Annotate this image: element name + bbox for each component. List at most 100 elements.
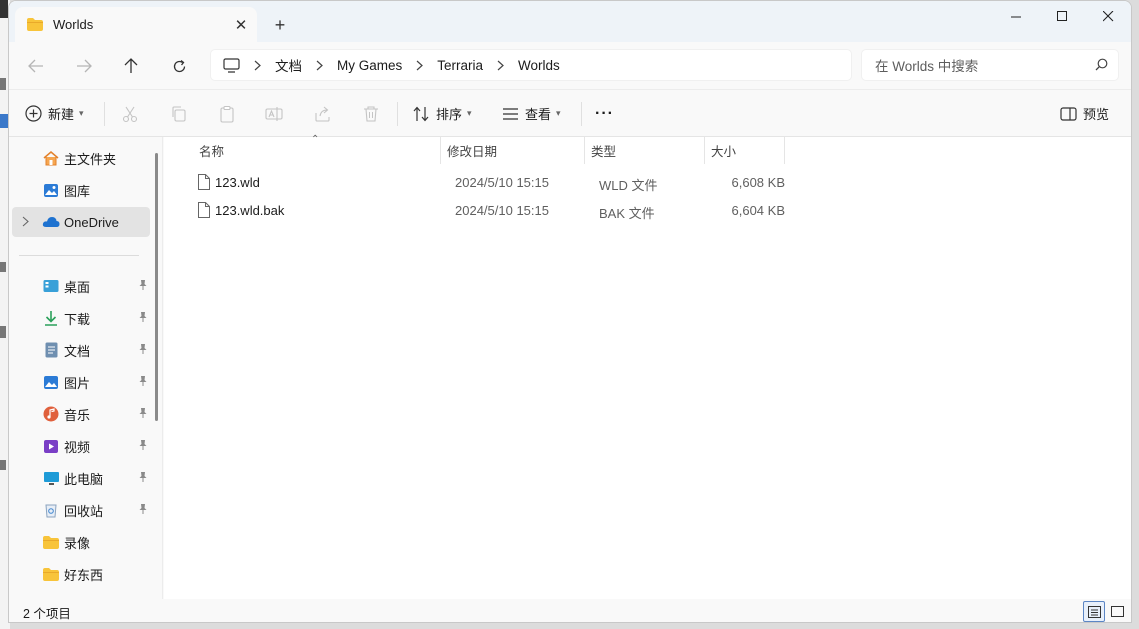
folder-icon: [42, 533, 60, 551]
new-label: 新建: [48, 107, 75, 122]
details-view-button[interactable]: [1083, 601, 1105, 622]
sidebar-item-pictures[interactable]: 图片: [12, 367, 150, 397]
sidebar-item-label: OneDrive: [64, 214, 119, 230]
column-header-type[interactable]: 类型: [585, 137, 705, 164]
tiles-view-icon: [1110, 605, 1124, 617]
background-fragment: [0, 114, 8, 128]
sidebar-item-label: 视频: [64, 439, 91, 455]
table-row[interactable]: 123.wld.bak 2024/5/10 15:15 BAK 文件 6,604…: [184, 196, 796, 224]
up-button[interactable]: [116, 52, 146, 80]
video-icon: [42, 437, 60, 455]
tiles-view-button[interactable]: [1106, 601, 1128, 622]
paste-button[interactable]: [218, 90, 236, 137]
background-fragment: [0, 78, 6, 90]
pin-icon[interactable]: [138, 439, 148, 454]
cloud-icon: [42, 213, 60, 231]
close-window-button[interactable]: [1085, 1, 1131, 31]
sidebar-item-recycle-bin[interactable]: 回收站: [12, 495, 150, 525]
sidebar-item-home[interactable]: 主文件夹: [12, 143, 150, 173]
chevron-right-icon[interactable]: [22, 215, 29, 230]
file-type: BAK 文件: [599, 206, 655, 221]
tab-worlds[interactable]: Worlds ✕: [15, 7, 257, 42]
sidebar-item-videos[interactable]: 视频: [12, 431, 150, 461]
table-row[interactable]: 123.wld 2024/5/10 15:15 WLD 文件 6,608 KB: [184, 168, 796, 196]
column-header-label: 类型: [591, 145, 617, 159]
search-icon[interactable]: [1095, 58, 1108, 74]
sort-label: 排序: [436, 107, 463, 122]
pin-icon[interactable]: [138, 471, 148, 486]
home-icon: [42, 149, 60, 167]
column-header-size[interactable]: 大小: [705, 137, 785, 164]
share-button[interactable]: [314, 90, 332, 137]
sidebar-item-documents[interactable]: 文档: [12, 335, 150, 365]
pin-icon[interactable]: [138, 279, 148, 294]
address-bar[interactable]: 文档 My Games Terraria Worlds: [210, 49, 852, 81]
maximize-button[interactable]: [1039, 1, 1085, 31]
refresh-button[interactable]: [164, 52, 194, 80]
chevron-right-icon: [497, 60, 504, 71]
pin-icon[interactable]: [138, 407, 148, 422]
sidebar-item-label: 好东西: [64, 567, 104, 583]
up-arrow-icon: [124, 58, 138, 73]
file-type: WLD 文件: [599, 178, 658, 193]
breadcrumb-documents[interactable]: 文档: [275, 55, 302, 75]
sidebar-scrollbar[interactable]: [155, 153, 158, 421]
address-row: 文档 My Games Terraria Worlds 在 Worlds 中搜索: [9, 42, 1131, 90]
preview-pane-icon: [1060, 106, 1077, 121]
sidebar-item-desktop[interactable]: 桌面: [12, 271, 150, 301]
new-button[interactable]: 新建 ▾: [25, 90, 84, 137]
background-fragment: [0, 460, 6, 470]
sidebar-item-this-pc[interactable]: 此电脑: [12, 463, 150, 493]
back-button[interactable]: [21, 52, 51, 80]
computer-icon: [42, 469, 60, 487]
download-icon: [42, 309, 60, 327]
pin-icon[interactable]: [138, 311, 148, 326]
sidebar-item-good-stuff[interactable]: 好东西: [12, 559, 150, 589]
view-button[interactable]: 查看 ▾: [502, 90, 561, 137]
navigation-pane: 主文件夹 图库 OneDrive 桌面 下载 文档 图片 音乐 视频 此电脑 回…: [9, 137, 164, 599]
sidebar-item-label: 此电脑: [64, 471, 104, 487]
sidebar-item-recordings[interactable]: 录像: [12, 527, 150, 557]
sidebar-item-music[interactable]: 音乐: [12, 399, 150, 429]
breadcrumb-my-games[interactable]: My Games: [337, 58, 402, 73]
breadcrumb-terraria[interactable]: Terraria: [437, 58, 483, 73]
sidebar-item-onedrive[interactable]: OneDrive: [12, 207, 150, 237]
chevron-down-icon: ▾: [556, 108, 561, 118]
chevron-right-icon: [316, 60, 323, 71]
forward-button[interactable]: [69, 52, 99, 80]
delete-button[interactable]: [362, 90, 380, 137]
forward-arrow-icon: [77, 59, 92, 73]
computer-icon: [223, 57, 240, 73]
close-tab-icon[interactable]: ✕: [227, 13, 255, 37]
copy-button[interactable]: [170, 90, 188, 137]
pictures-icon: [42, 373, 60, 391]
rename-button[interactable]: [265, 90, 283, 137]
column-header-date[interactable]: 修改日期: [441, 137, 585, 164]
minimize-button[interactable]: [993, 1, 1039, 31]
sort-button[interactable]: 排序 ▾: [413, 90, 472, 137]
preview-pane-button[interactable]: 预览: [1060, 90, 1109, 137]
pin-icon[interactable]: [138, 503, 148, 518]
folder-icon: [42, 565, 60, 583]
search-input[interactable]: 在 Worlds 中搜索: [861, 49, 1119, 81]
sidebar-item-label: 文档: [64, 343, 91, 359]
status-bar: 2 个项目: [9, 599, 1131, 622]
new-tab-button[interactable]: +: [267, 13, 293, 37]
column-header-name[interactable]: 名称: [193, 137, 441, 164]
back-arrow-icon: [28, 59, 43, 73]
pin-icon[interactable]: [138, 343, 148, 358]
column-header-label: 大小: [711, 145, 737, 159]
toolbar-divider: [581, 102, 582, 126]
breadcrumb-worlds[interactable]: Worlds: [518, 58, 560, 73]
sidebar-item-gallery[interactable]: 图库: [12, 175, 150, 205]
trash-icon: [364, 105, 378, 122]
pin-icon[interactable]: [138, 375, 148, 390]
sidebar-item-downloads[interactable]: 下载: [12, 303, 150, 333]
more-options-button[interactable]: ···: [595, 90, 614, 137]
title-bar: Worlds ✕ +: [9, 1, 1131, 42]
sidebar-item-label: 图片: [64, 375, 91, 391]
cut-button[interactable]: [121, 90, 139, 137]
sidebar-item-label: 桌面: [64, 279, 91, 295]
view-icon: [503, 107, 518, 120]
add-icon: [25, 105, 42, 122]
